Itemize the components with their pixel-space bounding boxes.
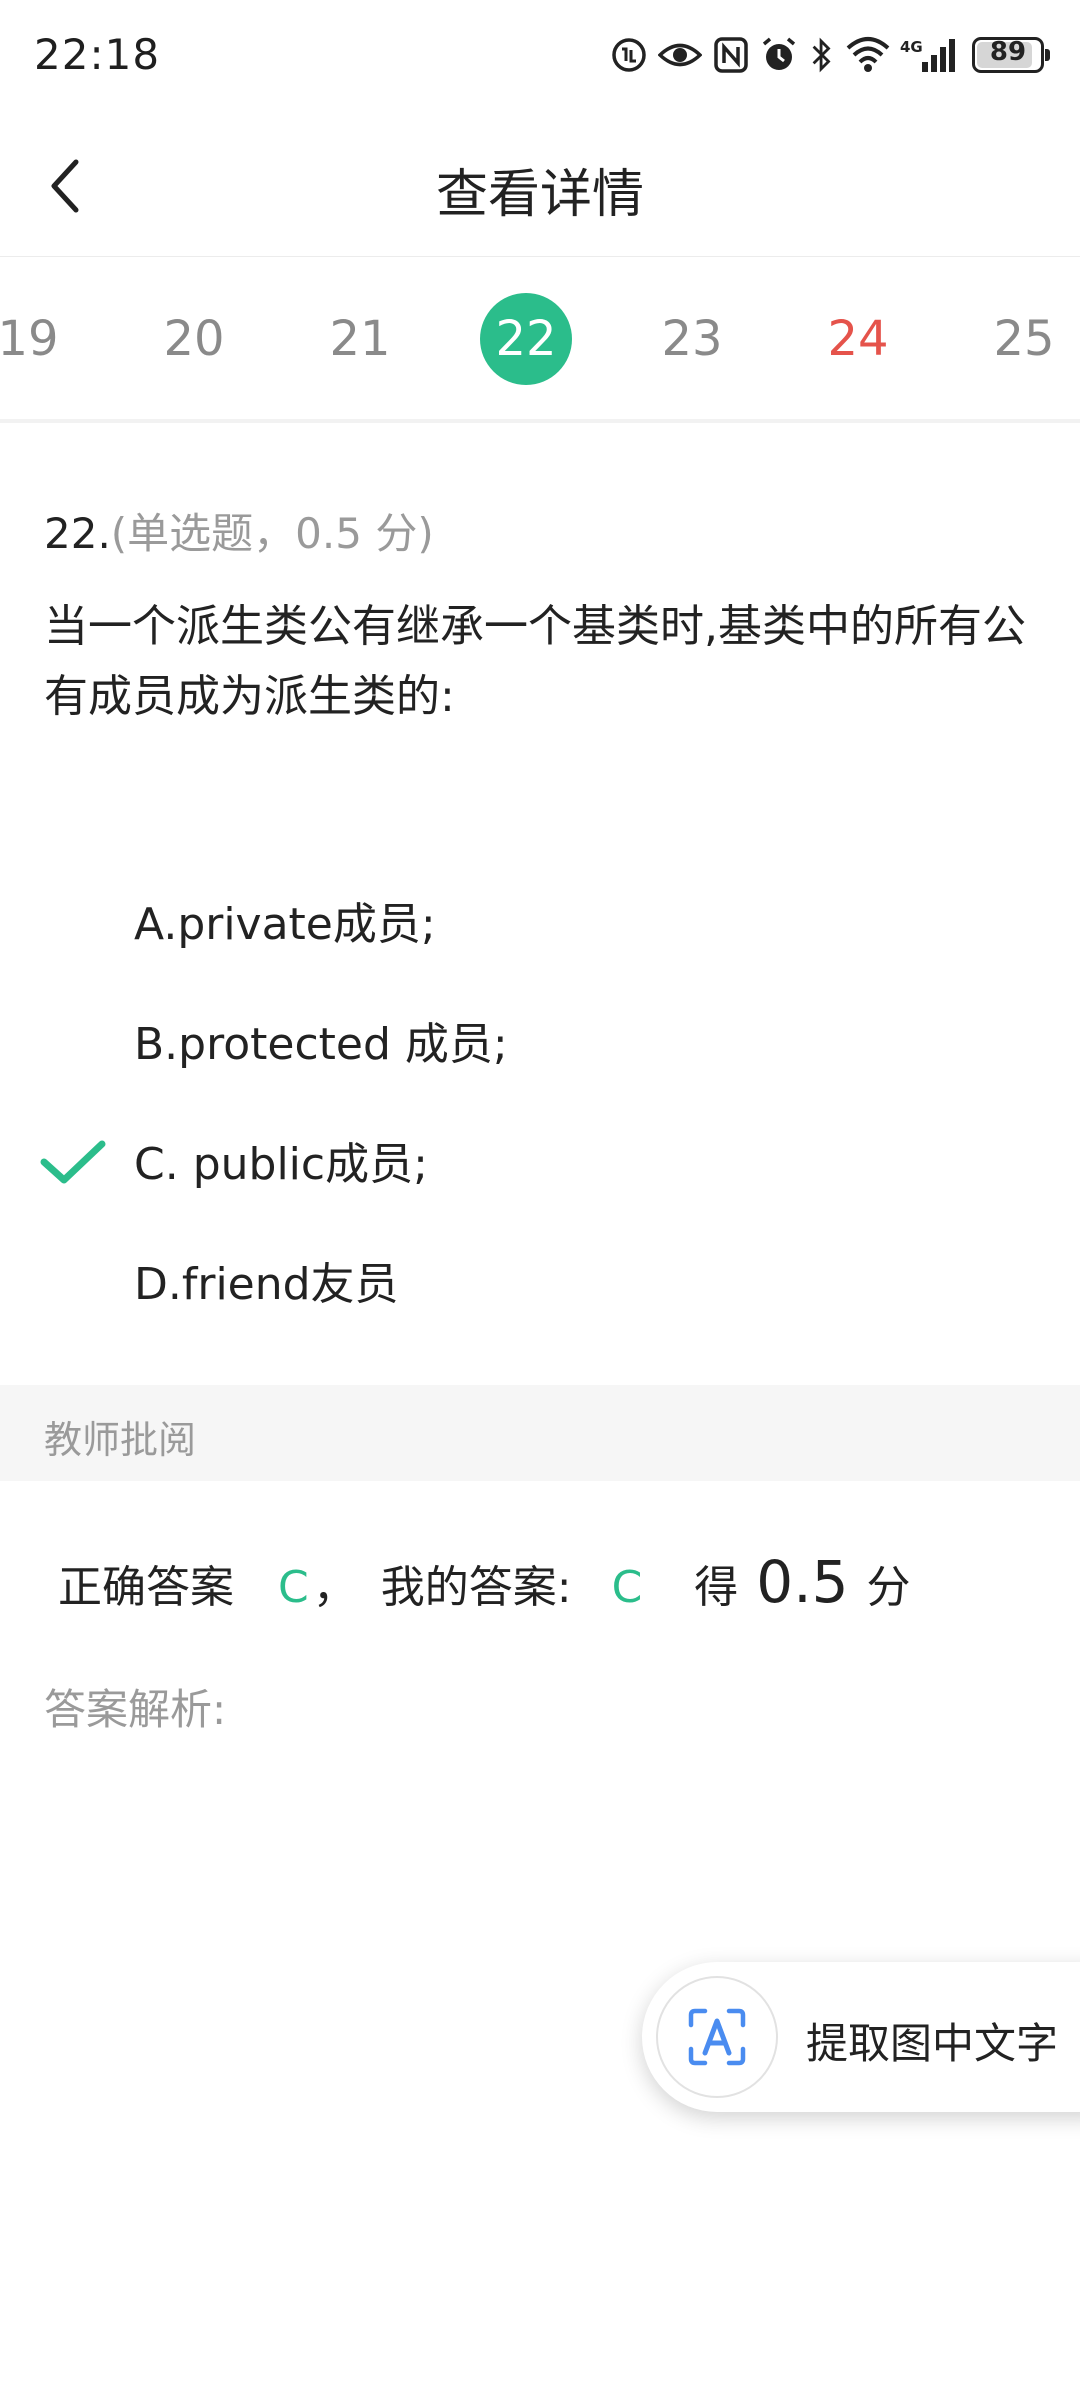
question-number-22[interactable]: 22: [480, 293, 572, 385]
bluetooth-icon: [812, 37, 831, 73]
wifi-icon: [846, 37, 890, 72]
battery-indicator: 89: [972, 37, 1050, 73]
question-number-24[interactable]: 24: [812, 293, 904, 385]
question-number-23[interactable]: 23: [646, 293, 738, 385]
my-answer-label: 我的答案:: [380, 1562, 572, 1613]
question-number-19[interactable]: 19: [0, 293, 74, 385]
question-meta: (单选题，0.5 分): [110, 509, 434, 558]
hd-call-icon: [612, 38, 646, 72]
text-scan-icon: [688, 2008, 746, 2066]
score-prefix: 得: [694, 1562, 739, 1613]
check-icon: [40, 1140, 106, 1184]
svg-text:4G: 4G: [900, 38, 923, 56]
nfc-icon: [714, 37, 748, 73]
extract-text-label: 提取图中文字: [806, 2019, 1059, 2068]
eye-icon: [658, 43, 702, 67]
option-label: D.friend友员: [134, 1259, 399, 1310]
status-icons: 4G 89: [610, 36, 1050, 74]
correct-answer-label: 正确答案: [58, 1562, 234, 1613]
signal-4g-icon: 4G: [900, 38, 955, 72]
question-number-21[interactable]: 21: [314, 293, 406, 385]
status-time: 22:18: [34, 30, 161, 79]
option-b[interactable]: B.protected 成员;: [0, 990, 1080, 1080]
question-number-25[interactable]: 25: [978, 293, 1070, 385]
review-section-header: 教师批阅: [0, 1385, 1080, 1481]
review-section-label: 教师批阅: [44, 1418, 197, 1462]
extract-text-button[interactable]: 提取图中文字: [642, 1962, 1080, 2112]
score-suffix: 分: [866, 1562, 911, 1613]
correct-answer-value: C: [278, 1562, 309, 1613]
answer-separator: ，: [312, 1562, 357, 1613]
option-a[interactable]: A.private成员;: [0, 870, 1080, 960]
app-header: 查看详情: [0, 116, 1080, 257]
status-bar: 22:18 4G 89: [0, 0, 1080, 116]
my-answer-value: C: [611, 1562, 643, 1613]
question-number-20[interactable]: 20: [148, 293, 240, 385]
answer-summary: 正确答案 C ， 我的答案: C 得 0.5 分: [58, 1548, 911, 1616]
question-header: 22.(单选题，0.5 分): [44, 500, 434, 561]
question-number-strip: 19 20 21 22 23 24 25: [0, 257, 1080, 423]
question-number: 22.: [44, 509, 111, 558]
page-title: 查看详情: [435, 165, 644, 225]
option-d[interactable]: D.friend友员: [0, 1230, 1080, 1320]
option-c[interactable]: C. public成员;: [0, 1110, 1080, 1200]
answer-analysis-label: 答案解析:: [44, 1685, 227, 1734]
option-label: C. public成员;: [134, 1139, 428, 1190]
option-label: B.protected 成员;: [134, 1019, 508, 1070]
battery-percentage: 89: [989, 37, 1027, 67]
question-text: 当一个派生类公有继承一个基类时,基类中的所有公有成员成为派生类的:: [44, 601, 1026, 722]
alarm-icon: [762, 37, 796, 70]
option-label: A.private成员;: [134, 899, 436, 950]
score-value: 0.5: [756, 1548, 849, 1616]
ocr-icon-circle: [656, 1976, 778, 2098]
